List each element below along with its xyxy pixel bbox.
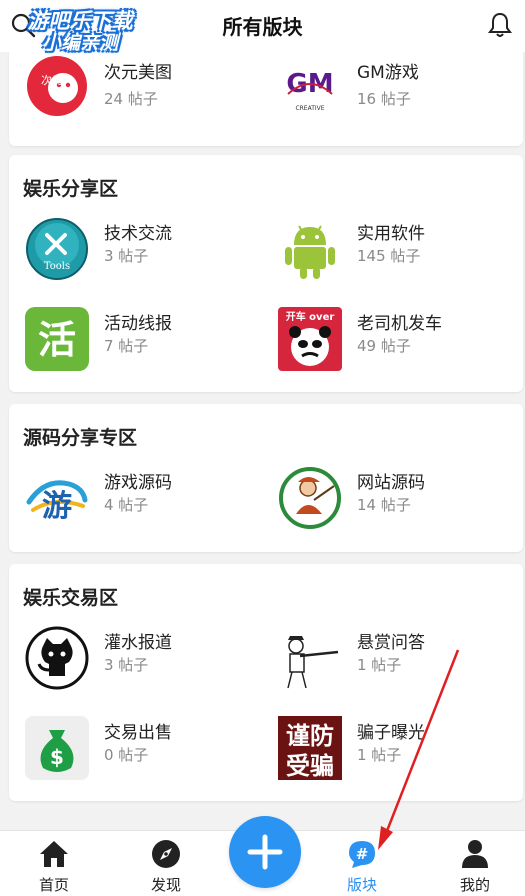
forum-card-top: 次元 次元美图 24 帖子 GM CREATIVE GM游戏 16 帖子 bbox=[9, 40, 523, 146]
forum-name: 老司机发车 bbox=[357, 314, 442, 334]
website-source-icon bbox=[279, 467, 341, 529]
forum-post-count: 49 帖子 bbox=[357, 337, 411, 355]
forum-item[interactable]: Tools 技术交流 3 帖子 bbox=[9, 217, 249, 289]
fraud-warning-icon: 谨防 受骗 bbox=[278, 716, 342, 780]
user-icon bbox=[462, 840, 488, 868]
create-post-button[interactable] bbox=[229, 816, 301, 888]
section-title: 娱乐交易区 bbox=[23, 587, 119, 609]
forum-post-count: 16 帖子 bbox=[357, 90, 411, 108]
nav-profile[interactable]: 我的 bbox=[440, 839, 510, 895]
forum-name: 游戏源码 bbox=[104, 473, 172, 493]
forum-item[interactable]: 实用软件 145 帖子 bbox=[262, 217, 502, 289]
forum-post-count: 4 帖子 bbox=[104, 496, 149, 514]
github-octocat-icon bbox=[25, 626, 89, 690]
forum-logo-text: 开车 over bbox=[286, 310, 335, 323]
bell-icon[interactable] bbox=[487, 11, 513, 39]
forum-name: 悬赏问答 bbox=[357, 633, 425, 653]
forum-item[interactable]: 次元 次元美图 24 帖子 bbox=[9, 54, 249, 126]
forum-logo-ciyuan: 次元 bbox=[27, 56, 87, 116]
nav-home[interactable]: 首页 bbox=[19, 839, 89, 895]
forum-logo-text-line1: 谨防 bbox=[286, 722, 334, 750]
hunter-icon bbox=[278, 626, 342, 690]
android-icon bbox=[285, 225, 335, 279]
compass-icon bbox=[152, 840, 180, 868]
nav-label: 首页 bbox=[38, 876, 69, 894]
forum-name: 灌水报道 bbox=[104, 633, 172, 653]
forum-section: 娱乐交易区 灌水报道 3 帖子 悬赏问答 1 帖子 $ 交易出售 0 帖子 谨防… bbox=[9, 564, 523, 801]
forum-item[interactable]: 活 活动线报 7 帖子 bbox=[9, 307, 249, 379]
forum-logo-text: 活 bbox=[38, 318, 76, 362]
forum-post-count: 14 帖子 bbox=[357, 496, 411, 514]
forum-post-count: 0 帖子 bbox=[104, 746, 149, 764]
forum-post-count: 7 帖子 bbox=[104, 337, 149, 355]
forum-item[interactable]: GM CREATIVE GM游戏 16 帖子 bbox=[262, 54, 502, 126]
forum-name: 网站源码 bbox=[357, 473, 425, 493]
watermark-line2: 小编亲测 bbox=[41, 32, 118, 54]
nav-label: 我的 bbox=[459, 876, 490, 894]
forum-name: GM游戏 bbox=[357, 63, 419, 83]
nav-label: 版块 bbox=[346, 876, 377, 894]
forum-post-count: 1 帖子 bbox=[357, 746, 402, 764]
forum-logo-text: 次元 bbox=[41, 73, 63, 87]
forum-item[interactable]: $ 交易出售 0 帖子 bbox=[9, 716, 249, 788]
forum-item[interactable]: 灌水报道 3 帖子 bbox=[9, 626, 249, 698]
nav-forums[interactable]: # 版块 bbox=[327, 839, 397, 895]
nav-label: 发现 bbox=[150, 876, 181, 894]
home-icon bbox=[40, 841, 68, 867]
forum-name: 技术交流 bbox=[104, 224, 172, 244]
forum-logo-text-line2: 受骗 bbox=[286, 752, 334, 780]
forum-name: 骗子曝光 bbox=[357, 723, 425, 743]
forum-post-count: 3 帖子 bbox=[104, 247, 149, 265]
forum-section: 娱乐分享区 Tools 技术交流 3 帖子 实用软件 145 帖子 活 活动线报… bbox=[9, 155, 523, 392]
forum-post-count: 3 帖子 bbox=[104, 656, 149, 674]
forum-logo-subtext: CREATIVE bbox=[295, 105, 324, 112]
forum-post-count: 145 帖子 bbox=[357, 247, 421, 265]
game-source-icon: 游 bbox=[25, 466, 89, 530]
forum-item[interactable]: 游 游戏源码 4 帖子 bbox=[9, 466, 249, 538]
svg-text:#: # bbox=[356, 845, 369, 863]
tools-icon: Tools bbox=[26, 218, 88, 280]
forum-name: 活动线报 bbox=[104, 314, 172, 334]
forum-post-count: 24 帖子 bbox=[104, 90, 158, 108]
plus-icon bbox=[247, 834, 283, 870]
forum-name: 交易出售 bbox=[104, 723, 172, 743]
forum-item[interactable]: 悬赏问答 1 帖子 bbox=[262, 626, 502, 698]
forum-section: 源码分享专区 游 游戏源码 4 帖子 网站源码 14 帖子 bbox=[9, 404, 523, 552]
watermark-line1: 游吧乐下载 bbox=[27, 9, 133, 33]
forum-logo-text: $ bbox=[50, 745, 64, 769]
forum-post-count: 1 帖子 bbox=[357, 656, 402, 674]
forum-name: 次元美图 bbox=[104, 63, 172, 83]
panda-meme-icon: 开车 over bbox=[278, 307, 342, 371]
forum-item[interactable]: 网站源码 14 帖子 bbox=[262, 466, 502, 538]
section-title: 娱乐分享区 bbox=[23, 178, 119, 200]
forum-logo-text: Tools bbox=[44, 261, 70, 272]
nav-discover[interactable]: 发现 bbox=[131, 839, 201, 895]
money-bag-icon: $ bbox=[25, 716, 89, 780]
forum-item[interactable]: 谨防 受骗 骗子曝光 1 帖子 bbox=[262, 716, 502, 788]
section-title: 源码分享专区 bbox=[23, 427, 138, 449]
forum-logo-text: 游 bbox=[42, 489, 72, 524]
hash-chat-icon: # bbox=[349, 841, 375, 868]
forum-logo-gm: GM CREATIVE bbox=[278, 54, 342, 118]
watermark: 游吧乐下载 小编亲测 bbox=[10, 10, 150, 54]
forum-item[interactable]: 开车 over 老司机发车 49 帖子 bbox=[262, 307, 502, 379]
forum-name: 实用软件 bbox=[357, 224, 425, 244]
activity-icon: 活 bbox=[25, 307, 89, 371]
